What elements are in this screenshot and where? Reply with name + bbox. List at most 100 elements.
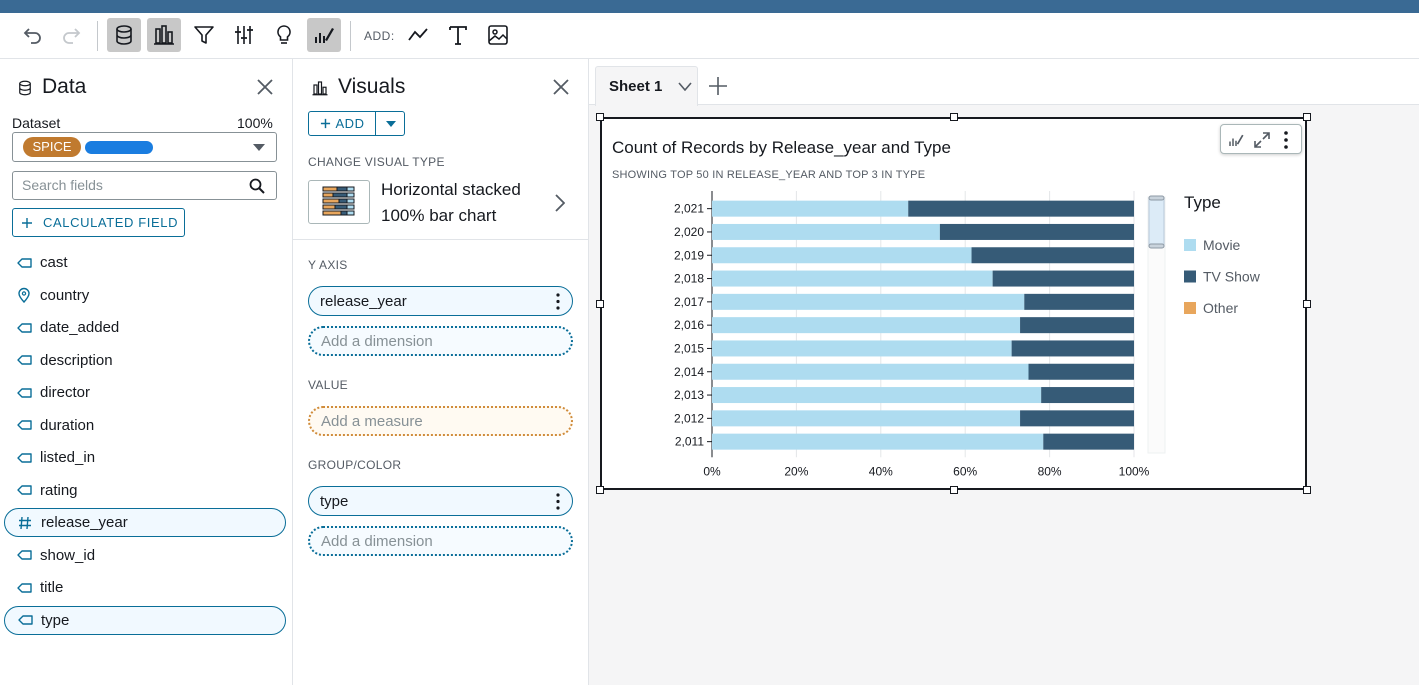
kebab-menu-icon[interactable] xyxy=(556,293,560,310)
dataset-name-redacted xyxy=(85,141,153,154)
chevron-right-icon[interactable] xyxy=(555,194,565,212)
y-axis-field-well[interactable]: release_year xyxy=(308,286,573,316)
bar-tv-show xyxy=(1041,387,1134,404)
field-name: description xyxy=(40,351,113,369)
resize-handle[interactable] xyxy=(596,299,604,308)
sheet-tab-label: Sheet 1 xyxy=(609,78,663,95)
sheet-tab-bar: Sheet 1 xyxy=(589,59,1419,106)
legend-entry-label: Other xyxy=(1203,300,1238,316)
bar-tv-show xyxy=(939,223,1134,240)
visual-container[interactable]: Count of Records by Release_year and Typ… xyxy=(596,113,1311,494)
bar-movie xyxy=(712,247,972,264)
y-tick-label: 2,020 xyxy=(674,225,704,239)
resize-handle[interactable] xyxy=(949,486,958,494)
dataset-icon xyxy=(19,80,31,96)
sheet-tab[interactable]: Sheet 1 xyxy=(595,66,698,106)
value-add-measure[interactable]: Add a measure xyxy=(308,406,573,436)
y-tick-label: 2,012 xyxy=(674,411,704,425)
field-item-description[interactable]: description xyxy=(4,346,286,375)
y-axis-add-dimension-label: Add a dimension xyxy=(321,332,433,350)
y-tick-label: 2,019 xyxy=(674,248,704,262)
group-color-add-dimension[interactable]: Add a dimension xyxy=(308,526,573,556)
bar-tv-show xyxy=(1020,410,1134,427)
field-item-show-id[interactable]: show_id xyxy=(4,541,286,570)
group-color-label: GROUP/COLOR xyxy=(308,458,402,472)
data-panel: Data Dataset 100% SPICE CALCULATED FIELD… xyxy=(0,59,293,685)
field-name: title xyxy=(40,579,64,596)
visualize-icon[interactable] xyxy=(147,18,181,52)
x-tick-label: 60% xyxy=(953,464,977,478)
field-item-type[interactable]: type xyxy=(4,605,286,635)
redo-icon[interactable] xyxy=(55,18,89,52)
insights-icon[interactable] xyxy=(267,18,301,52)
resize-handle[interactable] xyxy=(596,486,604,494)
y-axis-add-dimension[interactable]: Add a dimension xyxy=(308,326,573,356)
plus-icon xyxy=(22,217,32,228)
undo-icon[interactable] xyxy=(15,18,49,52)
field-name: show_id xyxy=(40,546,96,564)
calculated-field-label: CALCULATED FIELD xyxy=(43,215,179,230)
resize-handle[interactable] xyxy=(1303,486,1311,494)
field-item-title[interactable]: title xyxy=(4,573,286,602)
field-item-rating[interactable]: rating xyxy=(4,476,286,505)
visual-type-name[interactable]: Horizontal stacked 100% bar chart xyxy=(381,177,551,229)
bar-tv-show xyxy=(908,200,1134,217)
x-tick-label: 40% xyxy=(869,464,893,478)
search-fields-box xyxy=(12,171,277,200)
group-color-field: type xyxy=(320,492,349,510)
resize-handle[interactable] xyxy=(949,113,958,121)
toolbar-divider xyxy=(350,21,351,51)
add-visual-button[interactable]: ADD xyxy=(309,112,376,135)
chevron-down-icon[interactable] xyxy=(678,82,692,91)
add-visual-dropdown[interactable] xyxy=(377,112,405,135)
dataset-label: Dataset xyxy=(12,115,61,131)
field-item-date-added[interactable]: date_added xyxy=(4,313,286,342)
resize-handle[interactable] xyxy=(1303,299,1311,308)
resize-handle[interactable] xyxy=(596,113,604,121)
field-item-duration[interactable]: duration xyxy=(4,411,286,440)
search-fields-input[interactable] xyxy=(22,177,242,193)
dataset-select[interactable]: SPICE xyxy=(12,132,277,162)
close-icon[interactable] xyxy=(256,78,274,96)
field-name: duration xyxy=(40,416,95,434)
visuals-panel: Visuals ADD CHANGE VISUAL TYPE Horizonta… xyxy=(293,59,589,685)
field-name: country xyxy=(40,286,90,304)
parameters-icon[interactable] xyxy=(227,18,261,52)
calculated-field-button[interactable]: CALCULATED FIELD xyxy=(12,208,185,237)
field-item-director[interactable]: director xyxy=(4,378,286,407)
add-text-icon[interactable] xyxy=(441,18,475,52)
field-name: rating xyxy=(40,481,78,499)
add-sheet-icon[interactable] xyxy=(707,75,729,97)
dimension-tag-icon xyxy=(17,322,32,333)
x-tick-label: 80% xyxy=(1038,464,1062,478)
x-tick-label: 0% xyxy=(703,464,721,478)
add-image-icon[interactable] xyxy=(481,18,515,52)
legend-entry-label: Movie xyxy=(1203,237,1241,253)
close-icon[interactable] xyxy=(552,78,570,96)
dimension-tag-icon xyxy=(17,387,32,398)
kebab-menu-icon[interactable] xyxy=(556,493,560,510)
filter-icon[interactable] xyxy=(187,18,221,52)
search-icon[interactable] xyxy=(249,178,265,194)
field-item-listed-in[interactable]: listed_in xyxy=(4,443,286,472)
group-color-field-well[interactable]: type xyxy=(308,486,573,516)
dimension-tag-icon xyxy=(17,355,32,365)
bar-tv-show xyxy=(1011,340,1134,357)
dimension-tag-icon xyxy=(17,420,32,430)
app-top-band xyxy=(0,0,1419,13)
visual-type-line2: 100% bar chart xyxy=(381,206,497,225)
resize-handle[interactable] xyxy=(1303,113,1311,121)
bar-movie xyxy=(712,433,1044,450)
visuals-panel-title: Visuals xyxy=(338,75,406,98)
bar-movie xyxy=(712,340,1012,357)
field-name: cast xyxy=(40,254,68,271)
value-add-measure-label: Add a measure xyxy=(321,412,423,430)
add-line-icon[interactable] xyxy=(401,18,435,52)
dataset-icon[interactable] xyxy=(107,18,141,52)
field-item-country[interactable]: country xyxy=(4,281,286,310)
format-visual-icon[interactable] xyxy=(307,18,341,52)
field-item-cast[interactable]: cast xyxy=(4,248,286,277)
visual-type-line1: Horizontal stacked xyxy=(381,180,521,199)
field-item-release-year[interactable]: release_year xyxy=(4,508,286,537)
horizontal-stacked-100-bar-chart-icon[interactable] xyxy=(308,180,370,224)
